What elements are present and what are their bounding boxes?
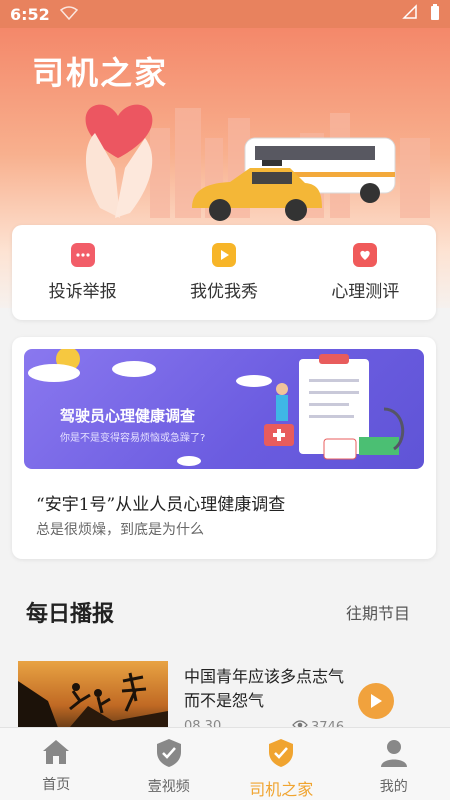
- hero-illustration: [85, 104, 430, 221]
- home-icon: [41, 738, 71, 770]
- quick-action-label: 我优我秀: [189, 282, 258, 302]
- status-bar: 6:52: [0, 0, 450, 28]
- play-button[interactable]: [358, 683, 394, 719]
- tab-mine[interactable]: 我的: [338, 728, 450, 800]
- quick-action-label: 心理测评: [331, 282, 400, 302]
- tab-label: 壹视频: [147, 779, 190, 795]
- quick-action-label: 投诉举报: [48, 282, 117, 302]
- banner-subtitle: 你是不是变得容易烦恼或急躁了?: [60, 433, 206, 444]
- tab-video[interactable]: 壹视频: [113, 728, 226, 800]
- past-episodes-link[interactable]: 往期节目: [346, 600, 410, 624]
- survey-card[interactable]: 驾驶员心理健康调查 你是不是变得容易烦恼或急躁了? “安宇1号”从业人员心理健康…: [12, 337, 436, 559]
- shield-check-icon: [155, 738, 183, 772]
- heart-shield-icon: [353, 243, 378, 267]
- banner-title: 驾驶员心理健康调查: [60, 407, 196, 425]
- tab-driver-home[interactable]: 司机之家: [225, 728, 338, 800]
- section-title: 每日播报: [26, 601, 115, 627]
- daily-section-header: 每日播报 往期节目: [0, 588, 450, 632]
- tab-label: 首页: [42, 777, 71, 793]
- chat-icon: [70, 243, 95, 267]
- tab-label: 司机之家: [249, 780, 314, 799]
- news-title[interactable]: 中国青年应该多点志气而不是怨气: [184, 665, 349, 713]
- tab-label: 我的: [379, 779, 408, 795]
- video-icon: [211, 243, 236, 267]
- wifi-icon: [59, 5, 78, 24]
- quick-action-complaint[interactable]: 投诉举报: [12, 225, 153, 320]
- quick-action-assessment[interactable]: 心理测评: [295, 225, 436, 320]
- quick-action-showcase[interactable]: 我优我秀: [153, 225, 294, 320]
- status-time: 6:52: [10, 4, 50, 24]
- user-icon: [380, 738, 408, 772]
- survey-title[interactable]: “安宇1号”从业人员心理健康调查: [36, 490, 285, 515]
- signal-icon: [402, 4, 420, 24]
- quick-actions-card: 投诉举报 我优我秀 心理测评: [12, 225, 436, 320]
- bottom-tab-bar: 首页 壹视频 司机之家 我的: [0, 727, 450, 800]
- shield-check-icon: [267, 738, 295, 772]
- tab-home[interactable]: 首页: [0, 728, 113, 800]
- survey-banner[interactable]: 驾驶员心理健康调查 你是不是变得容易烦恼或急躁了?: [24, 349, 424, 469]
- play-icon: [371, 694, 382, 708]
- survey-description: 总是很烦燥，到底是为什么: [36, 522, 204, 538]
- battery-icon: [430, 3, 440, 25]
